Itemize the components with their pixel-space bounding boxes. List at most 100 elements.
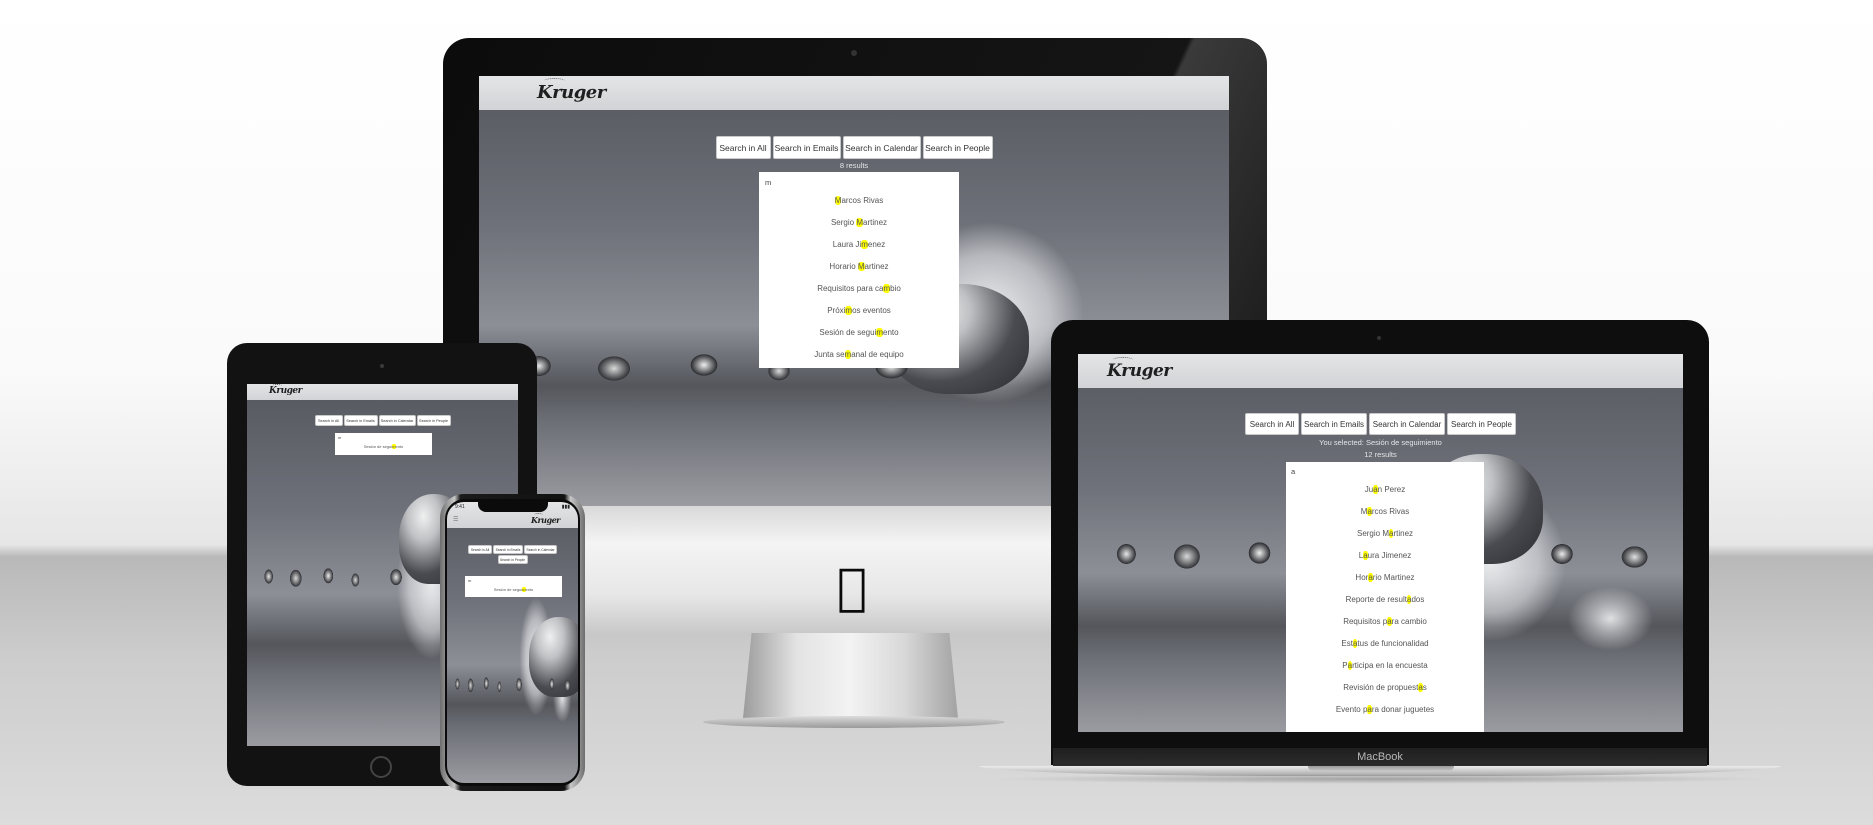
macbook-opening-notch (1308, 766, 1454, 771)
status-bar: 9:41 ▮▮▮ (452, 504, 572, 512)
result-text: Requisitos p (1343, 617, 1388, 626)
search-input[interactable]: m (465, 576, 562, 584)
result-text: s (1422, 683, 1427, 692)
result-item[interactable]: Evento para donar juguetes (1286, 699, 1484, 721)
result-item[interactable]: Sesión de seguimento (759, 322, 959, 344)
match-highlight: M (856, 218, 863, 227)
result-item[interactable]: Juan Perez (1286, 479, 1484, 501)
results-list: Marcos Rivas Sergio Martinez Laura Jimenez… (759, 190, 959, 366)
imac-foot (703, 716, 1005, 728)
result-text: enez (867, 240, 886, 249)
iphone-screen: ☰ Kruger Search in All Search in Emails … (447, 502, 578, 783)
status-time: 9:41 (455, 504, 465, 510)
search-results-panel: m Sesión de seguimento (465, 576, 562, 597)
result-text: Hor (1355, 573, 1369, 582)
result-text: ento (525, 587, 534, 592)
result-text: ra cambio (1391, 617, 1427, 626)
search-emails-button[interactable]: Search in Emails (1301, 413, 1367, 435)
result-text: Revisión de propuest (1343, 683, 1419, 692)
search-all-button[interactable]: Search in All (1245, 413, 1299, 435)
result-text: Reporte de result (1345, 595, 1407, 604)
result-text: ento (395, 444, 404, 449)
result-text: tus de funcionalidad (1357, 639, 1429, 648)
result-item[interactable]: Reporte de resultados (1286, 589, 1484, 611)
selected-result-text: You selected: Sesión de seguimiento (1319, 438, 1442, 447)
battery-icon: ▮▮▮ (561, 504, 570, 510)
results-count: 12 results (1364, 450, 1397, 459)
result-text: anal de equipo (851, 350, 904, 359)
ipad-camera (380, 364, 384, 368)
result-text: Próxi (827, 306, 846, 315)
result-text: dos (1411, 595, 1425, 604)
result-item[interactable]: Sergio Martinez (759, 212, 959, 234)
search-calendar-button[interactable]: Search in Calendar (842, 136, 921, 159)
search-people-button[interactable]: Search in People (497, 555, 528, 564)
result-text: artinez (863, 218, 888, 227)
result-item[interactable]: Junta semanal de equipo (759, 344, 959, 366)
search-results-panel: a Juan Perez Marcos Rivas Sergio Martinez L… (1286, 462, 1484, 732)
app-header: Kruger (1078, 354, 1683, 388)
results-count: 8 results (839, 161, 869, 170)
result-item[interactable]: Requisitos para cambio (1286, 611, 1484, 633)
result-item[interactable]: Laura Jimenez (759, 234, 959, 256)
result-text: rio Martinez (1372, 573, 1415, 582)
result-text: Est (1341, 639, 1353, 648)
result-text: Sergio (830, 218, 857, 227)
result-text: ento (883, 328, 899, 337)
search-calendar-button[interactable]: Search in Calendar (524, 545, 557, 554)
imac-stand (743, 633, 958, 718)
result-item[interactable]: Horario Martinez (759, 256, 959, 278)
search-people-button[interactable]: Search in People (1447, 413, 1516, 435)
result-item[interactable]: Marcos Rivas (759, 190, 959, 212)
macbook-label: MacBook (1053, 748, 1707, 766)
result-text: Evento p (1335, 705, 1368, 714)
result-text: Sesión de segui (819, 328, 877, 337)
result-item[interactable]: Revisión de propuestas (1286, 677, 1484, 699)
result-text: ura Jimenez (1367, 551, 1412, 560)
result-item[interactable]: Sesión de seguimento (335, 441, 432, 453)
search-people-button[interactable]: Search in People (416, 415, 451, 426)
brand-logo[interactable]: Kruger (1107, 357, 1172, 381)
result-item[interactable]: Marcos Rivas (1286, 501, 1484, 523)
results-list: Sesión de seguimento (335, 441, 432, 453)
result-item[interactable]: Sergio Martinez (1286, 523, 1484, 545)
search-emails-button[interactable]: Search in Emails (343, 415, 378, 426)
search-button-group: Search in All Search in Emails Search in… (1078, 413, 1683, 435)
brand-logo[interactable]: Kruger (269, 384, 302, 396)
search-input[interactable]: m (759, 172, 959, 190)
result-text: rtinez (1393, 529, 1414, 538)
search-emails-button[interactable]: Search in Emails (772, 136, 841, 159)
search-all-button[interactable]: Search in All (468, 545, 492, 554)
result-text: arcos Rivas (841, 196, 884, 205)
result-text: n Perez (1377, 485, 1406, 494)
result-text: Horario (829, 262, 858, 271)
result-item[interactable]: Estatus de funcionalidad (1286, 633, 1484, 655)
result-item[interactable]: Laura Jimenez (1286, 545, 1484, 567)
hamburger-menu-icon[interactable]: ☰ (453, 516, 458, 523)
brand-logo[interactable]: Kruger (531, 513, 560, 525)
result-text: Sesión de segui (493, 587, 523, 592)
result-item[interactable]: Requisitos para cambio (759, 278, 959, 300)
match-highlight: M (857, 262, 865, 271)
macbook-shadow (990, 774, 1770, 784)
search-input[interactable]: a (1286, 462, 1484, 479)
search-button-group: Search in All Search in Emails Search in… (479, 136, 1229, 159)
result-text: bio (890, 284, 901, 293)
result-item[interactable]: Próximos eventos (759, 300, 959, 322)
imac-camera (851, 50, 857, 56)
search-all-button[interactable]: Search in All (314, 415, 343, 426)
result-item[interactable]: Horario Martinez (1286, 567, 1484, 589)
search-input[interactable]: m (335, 433, 432, 441)
search-calendar-button[interactable]: Search in Calendar (378, 415, 416, 426)
result-item[interactable]: Sesión de seguimento (465, 584, 562, 595)
result-text: rcos Rivas (1371, 507, 1410, 516)
search-people-button[interactable]: Search in People (922, 136, 993, 159)
brand-logo[interactable]: Kruger (537, 78, 606, 103)
app-header: Kruger (479, 76, 1229, 110)
search-all-button[interactable]: Search in All (715, 136, 771, 159)
search-emails-button[interactable]: Search in Emails (493, 545, 523, 554)
result-text: Junta se (814, 350, 845, 359)
result-item[interactable]: Participa en la encuesta (1286, 655, 1484, 677)
search-button-group: Search in All Search in Emails Search in… (247, 415, 518, 426)
search-calendar-button[interactable]: Search in Calendar (1369, 413, 1445, 435)
